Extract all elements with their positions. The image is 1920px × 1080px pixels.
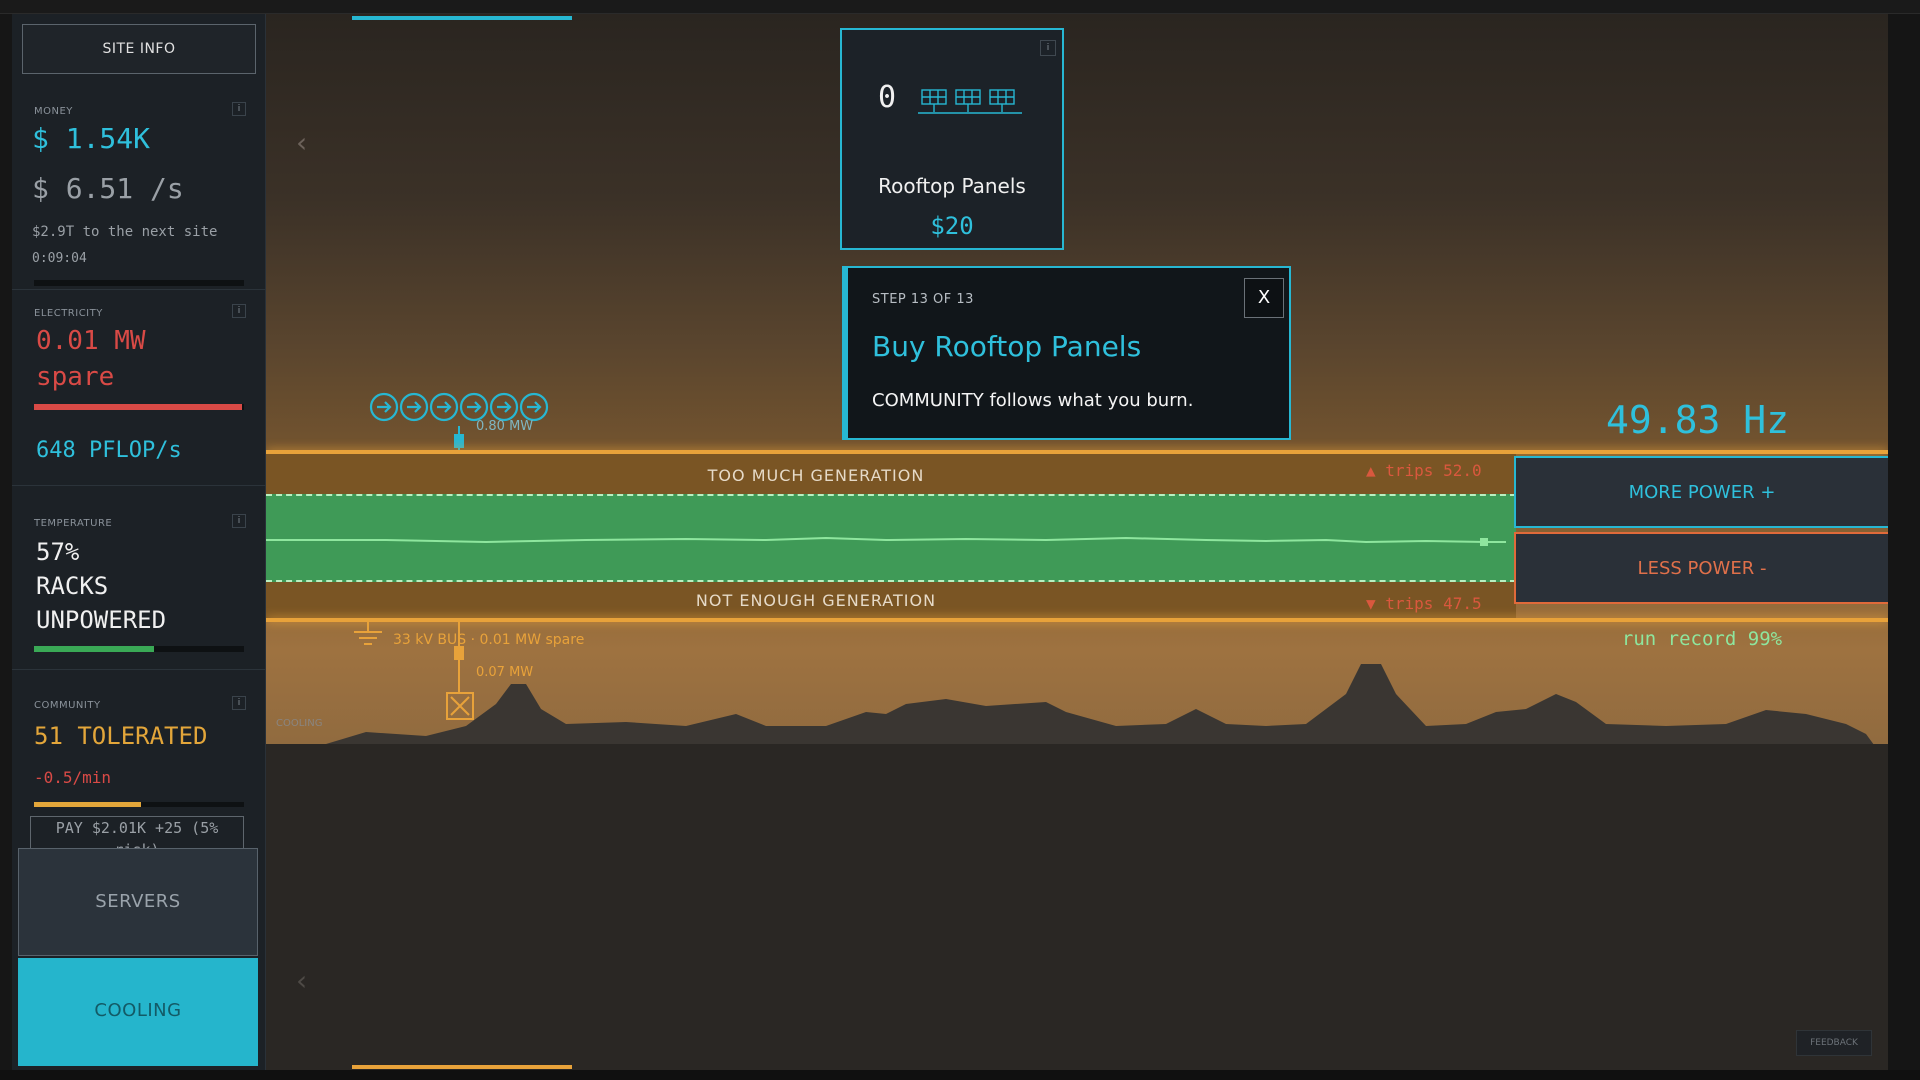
- bottom-edge: [0, 1070, 1920, 1080]
- tutorial-step: STEP 13 OF 13: [872, 292, 974, 307]
- panel-count: 0: [878, 80, 897, 115]
- game-view: ‹ ‹ i 0 Rooftop Panels $20 STEP 13 OF 13…: [266, 14, 1888, 1070]
- community-info-icon[interactable]: i: [232, 696, 246, 710]
- cooling-unit-icon[interactable]: [446, 692, 474, 720]
- ground: [266, 744, 1888, 1070]
- unpowered-label: UNPOWERED: [36, 606, 167, 634]
- temperature-label: TEMPERATURE: [34, 518, 113, 529]
- community-value: 51 TOLERATED: [34, 722, 208, 750]
- bus-breaker-icon: [454, 646, 464, 660]
- temperature-progress-fill: [34, 646, 154, 652]
- electricity-label: ELECTRICITY: [34, 308, 103, 319]
- servers-tab[interactable]: SERVERS: [18, 848, 258, 956]
- community-rate: -0.5/min: [34, 768, 112, 787]
- next-site-label: $2.9T to the next site: [32, 224, 218, 240]
- feed-mw-label: 0.80 MW: [476, 419, 534, 434]
- top-bar: [0, 0, 1920, 14]
- more-power-button[interactable]: MORE POWER +: [1514, 456, 1888, 528]
- less-power-button[interactable]: LESS POWER -: [1514, 532, 1888, 604]
- scroll-indicator-bottom: [352, 1065, 572, 1069]
- right-edge: [1888, 14, 1920, 1070]
- temperature-progress-track: [34, 646, 244, 652]
- grid-frequency: 49.83 Hz: [1606, 398, 1790, 442]
- trips-high-label: ▲ trips 52.0: [1366, 461, 1482, 480]
- cooling-tag: COOLING: [276, 718, 323, 729]
- ground-symbol-icon: [354, 622, 382, 645]
- scroll-indicator-top: [352, 16, 572, 20]
- not-enough-generation-label: NOT ENOUGH GENERATION: [695, 591, 937, 610]
- chevron-left-icon-bottom[interactable]: ‹: [296, 964, 307, 997]
- temperature-section: TEMPERATURE i 57% RACKS UNPOWERED: [12, 486, 266, 670]
- money-label: MONEY: [34, 106, 73, 117]
- upper-dashed-line: [266, 494, 1516, 496]
- run-record: run record 99%: [1621, 628, 1783, 650]
- money-balance: $ 1.54K: [32, 122, 151, 155]
- lower-limit-line: [266, 618, 1888, 622]
- tutorial-title: Buy Rooftop Panels: [872, 330, 1142, 363]
- shop-info-icon[interactable]: i: [1040, 40, 1056, 56]
- rooftop-panels-card[interactable]: i 0 Rooftop Panels $20: [840, 28, 1064, 250]
- tutorial-popup: STEP 13 OF 13 Buy Rooftop Panels COMMUNI…: [842, 266, 1291, 440]
- site-info-button[interactable]: SITE INFO: [22, 24, 256, 74]
- community-progress-fill: [34, 802, 142, 807]
- racks-label: RACKS: [36, 572, 109, 600]
- electricity-progress-track: [34, 404, 244, 410]
- money-rate: $ 6.51 /s: [32, 172, 184, 205]
- tutorial-body: COMMUNITY follows what you burn.: [872, 390, 1194, 411]
- money-section: MONEY i $ 1.54K $ 6.51 /s $2.9T to the n…: [12, 84, 266, 290]
- feed-breaker-icon: [454, 434, 464, 448]
- electricity-value: 0.01 MW: [36, 326, 146, 356]
- solar-panel-icon: [918, 89, 1022, 114]
- chevron-left-icon[interactable]: ‹: [296, 126, 307, 159]
- trips-low-label: ▼ trips 47.5: [1366, 594, 1482, 613]
- money-info-icon[interactable]: i: [232, 102, 246, 116]
- electricity-info-icon[interactable]: i: [232, 304, 246, 318]
- cooling-tab[interactable]: COOLING: [18, 958, 258, 1066]
- community-section: COMMUNITY i 51 TOLERATED -0.5/min PAY $2…: [12, 670, 266, 860]
- money-timer: 0:09:04: [32, 251, 87, 266]
- too-much-generation-label: TOO MUCH GENERATION: [707, 466, 925, 485]
- load-mw-label: 0.07 MW: [476, 665, 534, 680]
- close-button[interactable]: X: [1244, 278, 1284, 318]
- panel-name: Rooftop Panels: [878, 174, 1026, 198]
- compute-value: 648 PFLOP/s: [36, 438, 182, 463]
- panel-price: $20: [930, 212, 974, 240]
- electricity-section: ELECTRICITY i 0.01 MW spare 648 PFLOP/s: [12, 290, 266, 486]
- community-label: COMMUNITY: [34, 700, 101, 711]
- electricity-status: spare: [36, 362, 115, 392]
- bus-label: 33 kV BUS · 0.01 MW spare: [393, 632, 585, 648]
- community-progress-track: [34, 802, 244, 807]
- frequency-trace: [266, 536, 1506, 546]
- money-progress-track: [34, 280, 244, 286]
- feedback-button[interactable]: FEEDBACK: [1796, 1030, 1872, 1056]
- temperature-value: 57%: [36, 538, 80, 566]
- temperature-info-icon[interactable]: i: [232, 514, 246, 528]
- electricity-progress-fill: [34, 404, 242, 410]
